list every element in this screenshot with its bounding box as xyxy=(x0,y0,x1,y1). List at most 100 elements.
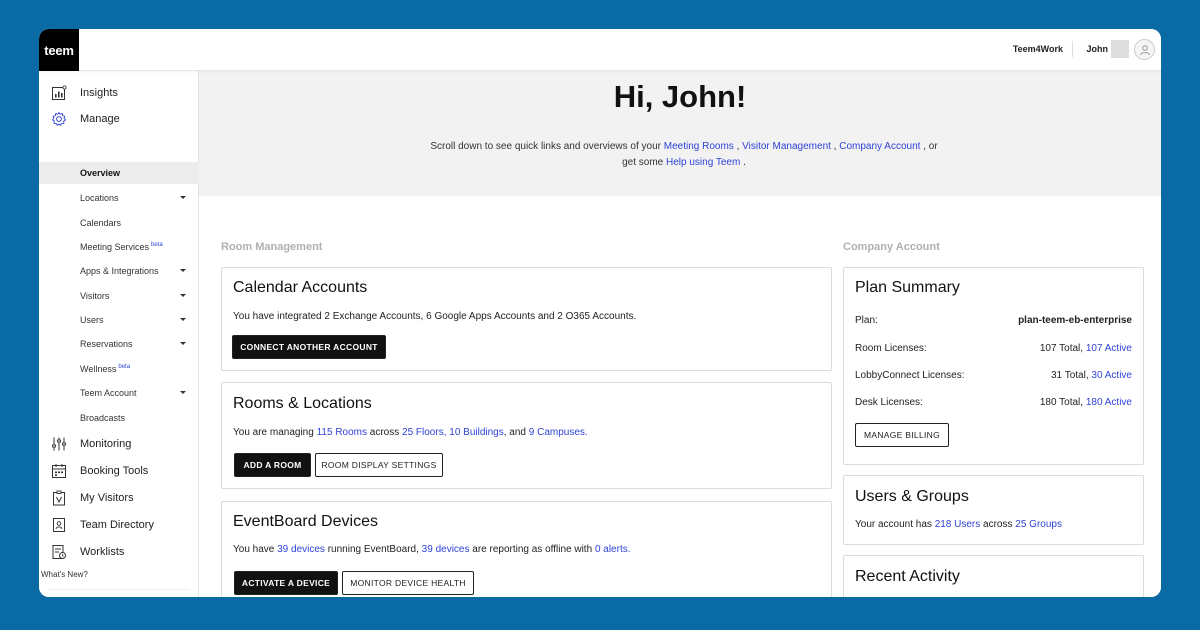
summary-text-part: . xyxy=(627,544,631,555)
card-title: Recent Activity xyxy=(855,568,960,585)
sidebar-subitem-calendars[interactable]: Calendars xyxy=(39,212,199,234)
calendar-icon xyxy=(52,464,66,478)
floors-count-link[interactable]: 25 Floors xyxy=(402,427,444,438)
sidebar-item-manage[interactable]: Manage xyxy=(39,107,199,131)
visitor-badge-icon xyxy=(53,490,65,506)
users-summary-text: Your account has 218 Users across 25 Gro… xyxy=(855,519,1062,530)
eventboard-devices-card: EventBoard Devices You have 39 devices r… xyxy=(221,501,832,597)
whats-new-link[interactable]: What's New? xyxy=(41,570,88,579)
card-title: Rooms & Locations xyxy=(233,395,372,412)
groups-count-link[interactable]: 25 Groups xyxy=(1015,519,1062,530)
sidebar-subitem-wellness[interactable]: Wellness beta xyxy=(39,358,199,380)
room-licenses-row: Room Licenses: 107 Total, 107 Active xyxy=(855,343,1132,357)
rooms-count-link[interactable]: 115 Rooms xyxy=(317,427,367,438)
intro-separator: , xyxy=(830,141,840,152)
buildings-count-link[interactable]: 10 Buildings xyxy=(449,427,503,438)
organization-name[interactable]: Teem4Work xyxy=(1013,44,1063,54)
plan-summary-card: Plan Summary Plan: plan-teem-eb-enterpri… xyxy=(843,267,1144,465)
calendar-accounts-card: Calendar Accounts You have integrated 2 … xyxy=(221,267,832,371)
person-icon xyxy=(1139,44,1150,55)
sidebar-item-team-directory[interactable]: Team Directory xyxy=(39,513,199,537)
sidebar-item-my-visitors[interactable]: My Visitors xyxy=(39,486,199,510)
user-avatar-icon[interactable] xyxy=(1134,39,1155,60)
lobbyconnect-active-link[interactable]: 30 Active xyxy=(1091,370,1132,381)
sidebar-item-label: Booking Tools xyxy=(80,465,149,477)
summary-text-part: across xyxy=(367,427,403,438)
card-title: Users & Groups xyxy=(855,488,969,505)
summary-text-part: , and xyxy=(503,427,529,438)
devices-count-link[interactable]: 39 devices xyxy=(277,544,325,555)
sidebar-subitem-label: Broadcasts xyxy=(80,413,126,423)
add-room-button[interactable]: ADD A ROOM xyxy=(234,453,311,477)
worklist-icon xyxy=(52,545,66,559)
sidebar-item-booking-tools[interactable]: Booking Tools xyxy=(39,459,199,483)
gear-icon xyxy=(51,111,67,126)
sidebar: Insights Manage Overview Locations Calen… xyxy=(39,71,199,597)
sidebar-subitem-label: Teem Account xyxy=(80,388,137,398)
sidebar-subitem-overview[interactable]: Overview xyxy=(39,162,199,184)
sidebar-subitem-reservations[interactable]: Reservations xyxy=(39,333,199,355)
app-window: teem Teem4Work John F Insights Manage Ov… xyxy=(39,29,1161,597)
sidebar-subitem-text: Wellness xyxy=(80,364,117,374)
top-bar: teem Teem4Work John F xyxy=(39,29,1161,71)
desk-licenses-row: Desk Licenses: 180 Total, 180 Active xyxy=(855,397,1132,411)
sidebar-subitem-broadcasts[interactable]: Broadcasts xyxy=(39,407,199,429)
connect-account-button[interactable]: CONNECT ANOTHER ACCOUNT xyxy=(232,335,386,359)
visitor-management-link[interactable]: Visitor Management xyxy=(742,141,831,152)
sidebar-subitem-label: Visitors xyxy=(80,291,110,301)
sidebar-item-label: Worklists xyxy=(80,546,125,558)
help-link[interactable]: Help using Teem xyxy=(666,157,740,168)
room-licenses-active-link[interactable]: 107 Active xyxy=(1086,343,1132,354)
desk-licenses-active-link[interactable]: 180 Active xyxy=(1086,397,1132,408)
summary-text-part: You have xyxy=(233,544,278,555)
room-management-heading: Room Management xyxy=(221,241,323,253)
manage-billing-button[interactable]: MANAGE BILLING xyxy=(855,423,949,447)
beta-badge: beta xyxy=(151,242,163,248)
intro-text-part: . xyxy=(740,157,746,168)
intro-text: Scroll down to see quick links and overv… xyxy=(424,139,944,171)
lobbyconnect-licenses-value: 31 Total, 30 Active xyxy=(1051,370,1132,381)
company-account-link[interactable]: Company Account xyxy=(839,141,920,152)
sidebar-subitem-label: Reservations xyxy=(80,339,133,349)
sidebar-subitem-visitors[interactable]: Visitors xyxy=(39,285,199,307)
sidebar-item-label: Team Directory xyxy=(80,519,154,531)
alerts-count-link[interactable]: 0 alerts xyxy=(595,544,628,555)
lobbyconnect-licenses-row: LobbyConnect Licenses: 31 Total, 30 Acti… xyxy=(855,370,1132,384)
users-groups-card: Users & Groups Your account has 218 User… xyxy=(843,475,1144,545)
meeting-rooms-link[interactable]: Meeting Rooms xyxy=(664,141,734,152)
plan-value: plan-teem-eb-enterprise xyxy=(1018,315,1132,326)
lobbyconnect-licenses-label: LobbyConnect Licenses: xyxy=(855,370,965,381)
sidebar-divider xyxy=(47,589,190,590)
desk-licenses-value: 180 Total, 180 Active xyxy=(1040,397,1132,408)
summary-text-part: . xyxy=(584,427,588,438)
sidebar-subitem-label: Apps & Integrations xyxy=(80,266,159,276)
welcome-banner: Hi, John! Scroll down to see quick links… xyxy=(199,71,1161,196)
license-total: 31 Total, xyxy=(1051,370,1092,381)
sidebar-subitem-label: Wellness beta xyxy=(80,364,130,374)
activate-device-button[interactable]: ACTIVATE A DEVICE xyxy=(234,571,338,595)
sidebar-subitem-teem-account[interactable]: Teem Account xyxy=(39,382,199,404)
sidebar-subitem-locations[interactable]: Locations xyxy=(39,187,199,209)
card-title: Calendar Accounts xyxy=(233,279,368,296)
sidebar-item-label: My Visitors xyxy=(80,492,134,504)
room-display-settings-button[interactable]: ROOM DISPLAY SETTINGS xyxy=(315,453,443,477)
offline-devices-link[interactable]: 39 devices xyxy=(422,544,470,555)
sidebar-subitem-label: Overview xyxy=(80,168,121,178)
summary-text-part: are reporting as offline with xyxy=(469,544,595,555)
sidebar-subitem-users[interactable]: Users xyxy=(39,309,199,331)
redacted-name-block xyxy=(1111,40,1129,58)
caret-down-icon xyxy=(180,318,186,321)
monitor-device-health-button[interactable]: MONITOR DEVICE HEALTH xyxy=(342,571,474,595)
desk-licenses-label: Desk Licenses: xyxy=(855,397,923,408)
sidebar-item-insights[interactable]: Insights xyxy=(39,81,199,105)
plan-row: Plan: plan-teem-eb-enterprise xyxy=(855,315,1132,329)
sidebar-item-monitoring[interactable]: Monitoring xyxy=(39,432,199,456)
sidebar-subitem-meeting-services[interactable]: Meeting Services beta xyxy=(39,236,199,258)
users-count-link[interactable]: 218 Users xyxy=(935,519,981,530)
intro-separator: , xyxy=(733,141,743,152)
teem-logo[interactable]: teem xyxy=(39,29,79,71)
sidebar-item-worklists[interactable]: Worklists xyxy=(39,540,199,564)
sidebar-subitem-apps-integrations[interactable]: Apps & Integrations xyxy=(39,260,199,282)
caret-down-icon xyxy=(180,196,186,199)
campuses-count-link[interactable]: 9 Campuses xyxy=(529,427,585,438)
